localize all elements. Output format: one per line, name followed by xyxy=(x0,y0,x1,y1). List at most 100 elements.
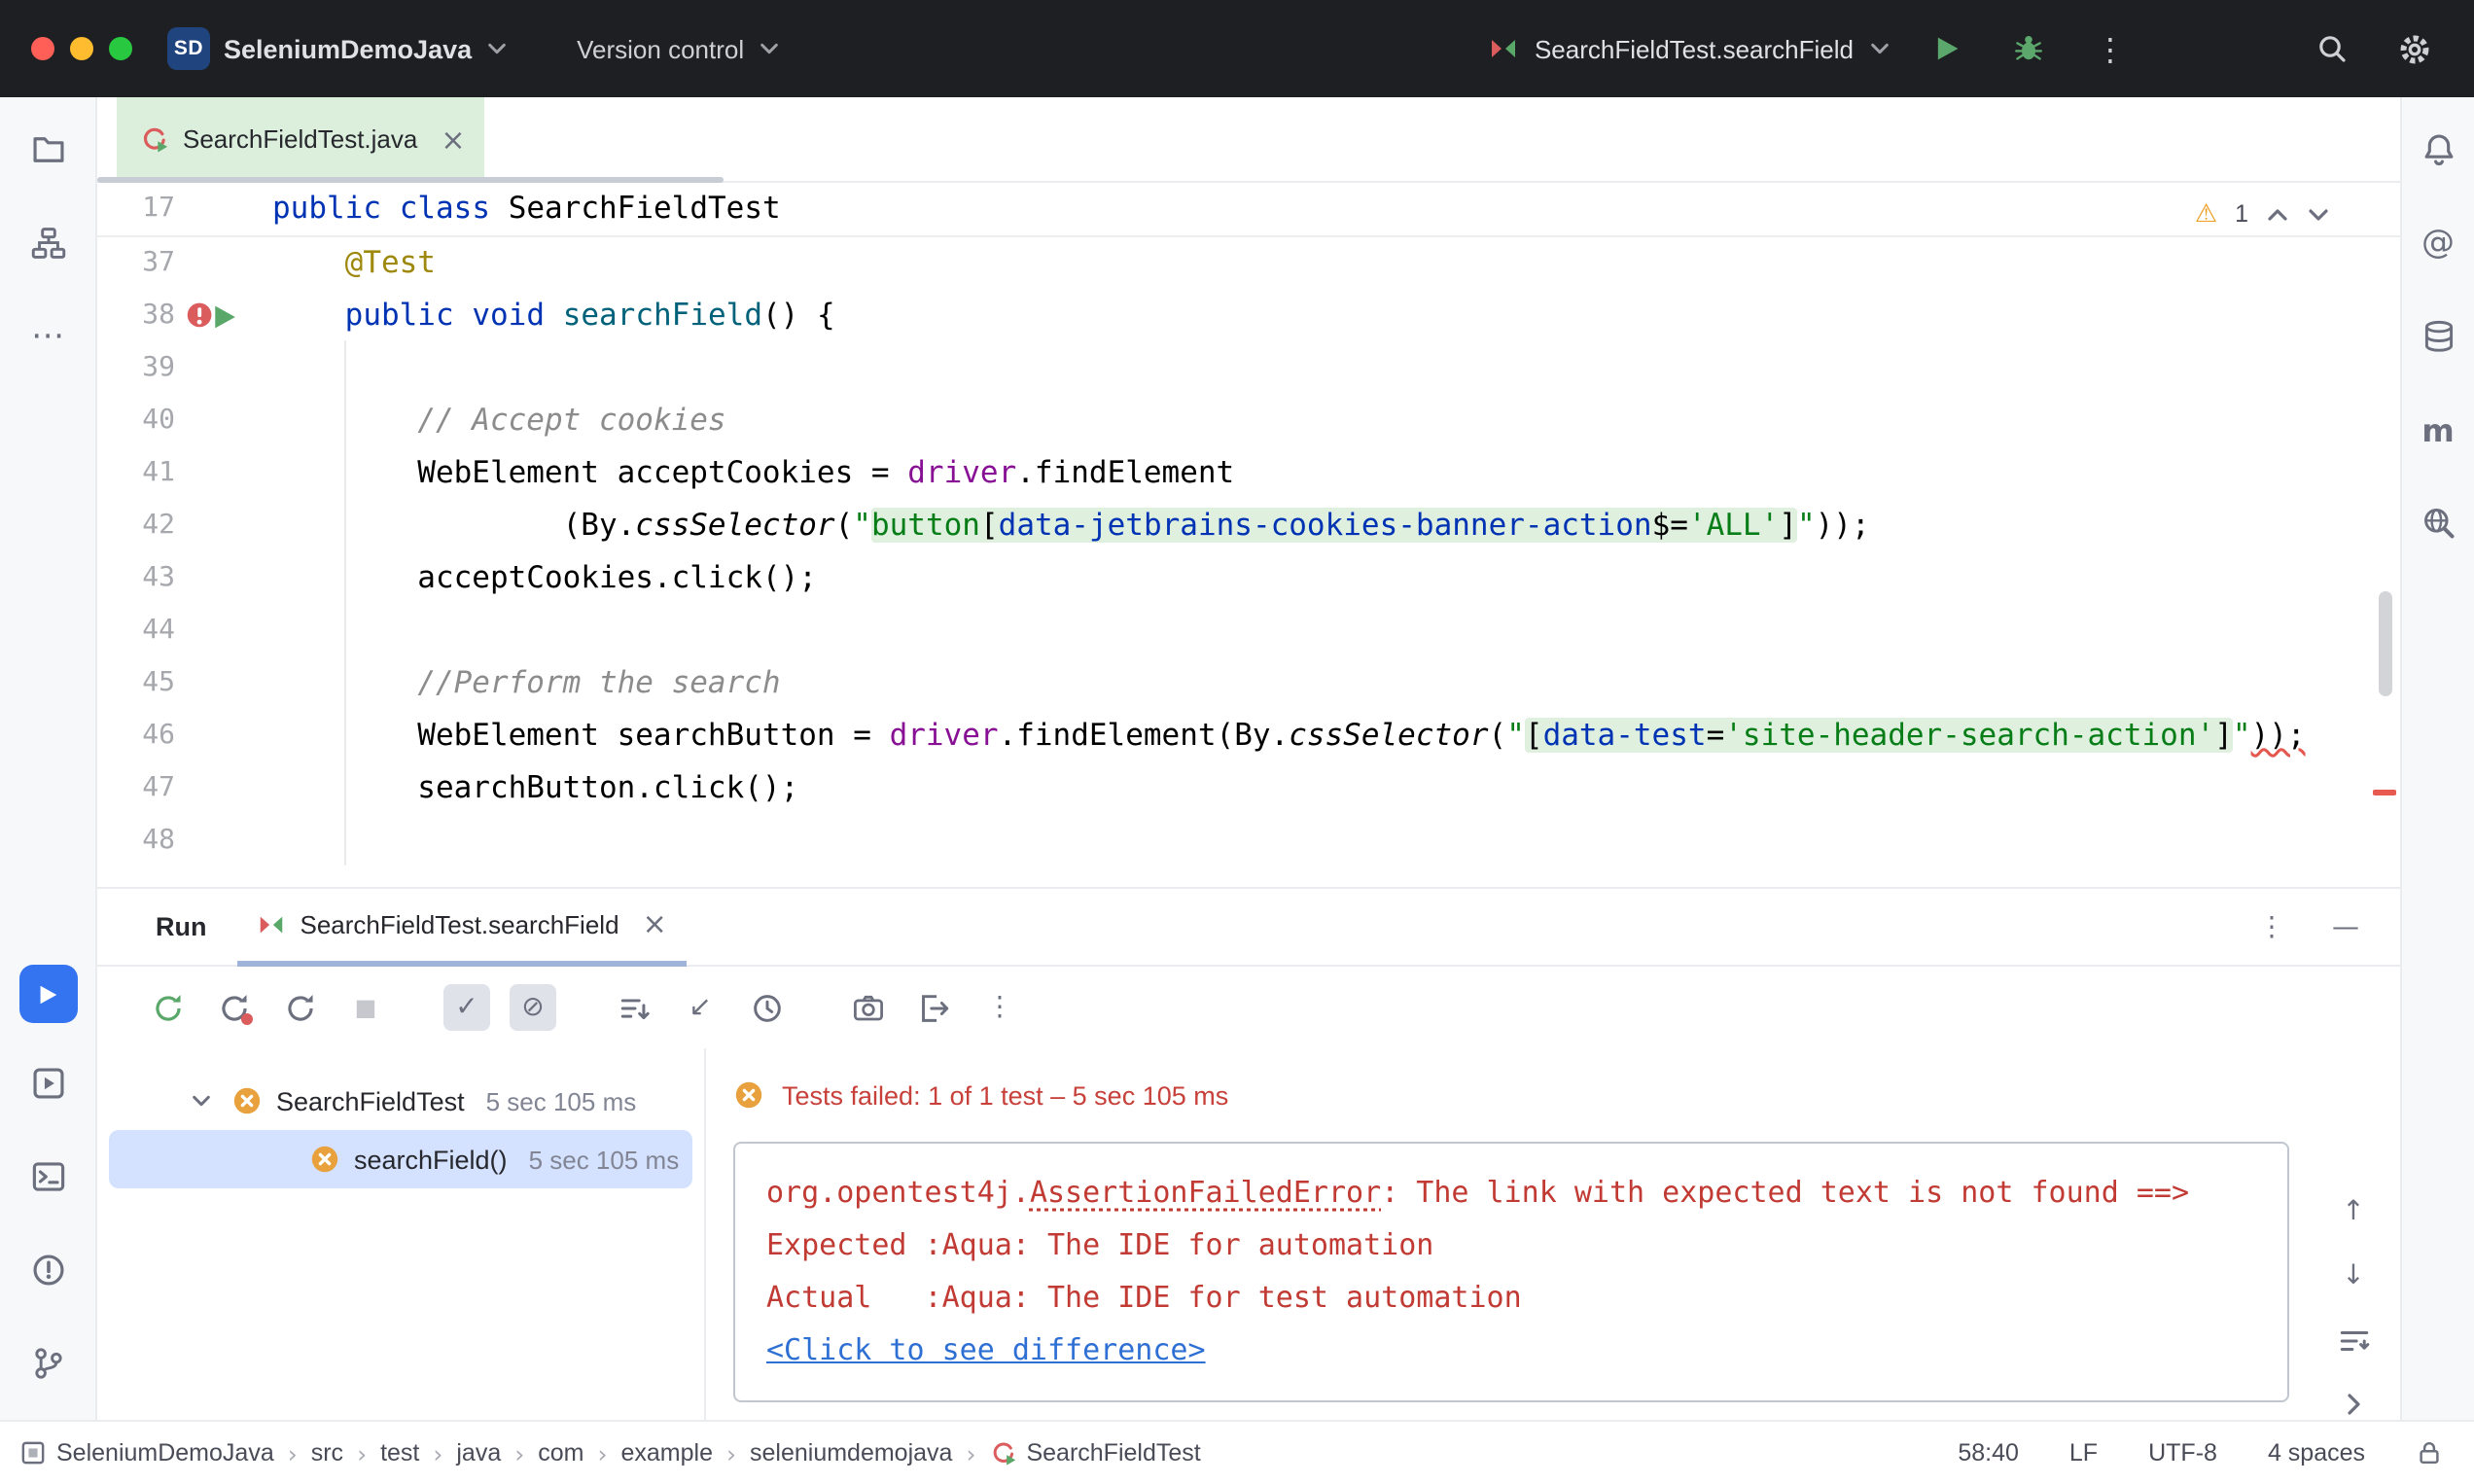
project-widget[interactable]: SD SeleniumDemoJava xyxy=(167,27,507,70)
structure-toolwindow-button[interactable] xyxy=(15,210,81,276)
show-passed-toggle[interactable]: ✓ xyxy=(443,984,490,1031)
caret-position[interactable]: 58:40 xyxy=(1958,1439,2019,1466)
code-area[interactable]: 37 @Test38 public void searchField() {39… xyxy=(97,237,2400,867)
more-actions-button[interactable]: ⋮ xyxy=(2085,23,2136,74)
lock-icon[interactable] xyxy=(2416,1439,2443,1466)
file-encoding[interactable]: UTF-8 xyxy=(2148,1439,2217,1466)
code-line-44[interactable]: 44 xyxy=(97,605,2400,657)
code-line-17[interactable]: 17public class SearchFieldTest xyxy=(97,183,2400,235)
vcs-widget[interactable]: Version control xyxy=(577,34,779,63)
code-line-45[interactable]: 45 //Perform the search xyxy=(97,657,2400,710)
editor-scrollbar-thumb[interactable] xyxy=(2379,591,2392,696)
gutter-space xyxy=(175,237,272,290)
maven-button[interactable]: m xyxy=(2405,397,2471,463)
close-run-tab-icon[interactable]: × xyxy=(643,906,667,941)
settings-button[interactable] xyxy=(2388,23,2439,74)
inspections-widget[interactable]: ⚠ 1 xyxy=(2195,189,2330,241)
breadcrumb-separator: › xyxy=(966,1438,975,1467)
notifications-button[interactable] xyxy=(2405,117,2471,183)
run-panel-header: Run SearchFieldTest.searchField × ⋮ — xyxy=(97,889,2400,967)
exception-class-link[interactable]: AssertionFailedError xyxy=(1030,1175,1381,1210)
breadcrumb-item[interactable]: SearchFieldTest xyxy=(989,1439,1200,1466)
rerun-failed-tests-button[interactable] xyxy=(210,984,257,1031)
project-toolwindow-button[interactable] xyxy=(15,117,81,183)
code-line-47[interactable]: 47 searchButton.click(); xyxy=(97,762,2400,815)
code-line-46[interactable]: 46 WebElement searchButton = driver.find… xyxy=(97,710,2400,762)
run-button[interactable] xyxy=(1922,23,1972,74)
code-line-43[interactable]: 43 acceptCookies.click(); xyxy=(97,552,2400,605)
sticky-header-line: 17public class SearchFieldTest xyxy=(97,183,2400,237)
minimize-window-button[interactable] xyxy=(70,37,93,60)
error-stripe-mark[interactable] xyxy=(2373,790,2396,795)
rerun-tests-button[interactable] xyxy=(144,984,191,1031)
run-configuration-selector[interactable]: SearchFieldTest.searchField xyxy=(1488,33,1891,64)
code-editor[interactable]: 17public class SearchFieldTest 37 @Test3… xyxy=(97,183,2400,887)
test-history-button[interactable] xyxy=(743,984,790,1031)
line-number: 37 xyxy=(97,237,175,290)
console-more-button[interactable]: ⋮ xyxy=(976,984,1023,1031)
console-output[interactable]: org.opentest4j.AssertionFailedError: The… xyxy=(733,1142,2289,1402)
terminal-toolwindow-button[interactable] xyxy=(15,1144,81,1210)
breadcrumb-item[interactable]: seleniumdemojava xyxy=(750,1439,952,1466)
line-separator[interactable]: LF xyxy=(2069,1439,2098,1466)
breadcrumb-item[interactable]: test xyxy=(380,1439,419,1466)
breadcrumb-item[interactable]: src xyxy=(311,1439,343,1466)
prev-problem-button[interactable] xyxy=(2266,206,2289,224)
breadcrumb-item[interactable]: SeleniumDemoJava xyxy=(19,1439,274,1466)
chevron-down-icon[interactable] xyxy=(183,1083,218,1118)
code-line-42[interactable]: 42 (By.cssSelector("button[data-jetbrain… xyxy=(97,500,2400,552)
soft-wrap-button[interactable] xyxy=(2330,1317,2377,1363)
line-number: 46 xyxy=(97,710,175,762)
toggle-auto-test-button[interactable] xyxy=(276,984,323,1031)
breadcrumb-item[interactable]: java xyxy=(456,1439,501,1466)
problems-toolwindow-button[interactable] xyxy=(15,1237,81,1303)
breadcrumb-item[interactable]: example xyxy=(621,1439,714,1466)
breadcrumb-item[interactable]: com xyxy=(538,1439,583,1466)
line-number: 17 xyxy=(97,183,175,235)
warning-icon: ⚠ xyxy=(2195,189,2217,241)
indent-style[interactable]: 4 spaces xyxy=(2268,1439,2365,1466)
code-line-41[interactable]: 41 WebElement acceptCookies = driver.fin… xyxy=(97,447,2400,500)
code-line-39[interactable]: 39 xyxy=(97,342,2400,395)
run-panel-options-button[interactable]: ⋮ xyxy=(2248,903,2295,950)
navigate-to-test-button[interactable]: ↙ xyxy=(677,984,724,1031)
breadcrumb-separator: › xyxy=(433,1438,442,1467)
breadcrumb-label: seleniumdemojava xyxy=(750,1439,952,1466)
more-toolwindows-button[interactable]: ⋯ xyxy=(15,303,81,370)
test-tree-item[interactable]: searchField()5 sec 105 ms xyxy=(109,1130,692,1188)
code-line-38[interactable]: 38 public void searchField() { xyxy=(97,290,2400,342)
database-button[interactable] xyxy=(2405,303,2471,370)
run-toolwindow-button[interactable] xyxy=(18,965,77,1023)
close-window-button[interactable] xyxy=(31,37,54,60)
next-occurrence-button[interactable]: ↓ xyxy=(2330,1253,2377,1299)
code-line-37[interactable]: 37 @Test xyxy=(97,237,2400,290)
run-tab[interactable]: SearchFieldTest.searchField × xyxy=(238,888,687,966)
hide-run-panel-button[interactable]: — xyxy=(2322,903,2369,950)
show-ignored-toggle[interactable]: ⊘ xyxy=(510,984,556,1031)
services-toolwindow-button[interactable] xyxy=(15,1050,81,1116)
code-line-40[interactable]: 40 // Accept cookies xyxy=(97,395,2400,447)
test-tree-item[interactable]: SearchFieldTest5 sec 105 ms xyxy=(109,1072,692,1130)
ai-assistant-button[interactable]: @ xyxy=(2405,210,2471,276)
prev-occurrence-button[interactable]: ↑ xyxy=(2330,1188,2377,1235)
expand-console-button[interactable] xyxy=(2330,1381,2377,1428)
close-tab-icon[interactable]: × xyxy=(441,122,465,157)
run-test-gutter-icon[interactable] xyxy=(175,290,272,342)
search-everywhere-button[interactable] xyxy=(2307,23,2357,74)
stop-button[interactable]: ■ xyxy=(342,984,389,1031)
version-control-toolwindow-button[interactable] xyxy=(15,1330,81,1396)
folder-icon xyxy=(30,132,65,167)
project-name: SeleniumDemoJava xyxy=(224,34,472,63)
code-line-48[interactable]: 48 xyxy=(97,815,2400,867)
sort-tests-button[interactable] xyxy=(611,984,657,1031)
next-problem-button[interactable] xyxy=(2307,206,2330,224)
zoom-window-button[interactable] xyxy=(109,37,132,60)
gutter-space xyxy=(175,657,272,710)
see-difference-link[interactable]: <Click to see difference> xyxy=(766,1325,2256,1377)
export-results-button[interactable] xyxy=(910,984,957,1031)
endpoints-button[interactable] xyxy=(2405,490,2471,556)
debug-button[interactable] xyxy=(2003,23,2054,74)
warning-count: 1 xyxy=(2235,189,2248,241)
screenshot-button[interactable] xyxy=(844,984,891,1031)
editor-tab-searchfieldtest[interactable]: SearchFieldTest.java × xyxy=(117,96,485,182)
